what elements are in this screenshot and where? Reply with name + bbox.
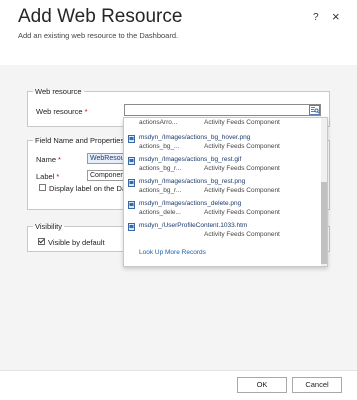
result-type: Activity Feeds Component — [204, 165, 280, 172]
web-resource-label: Web resource * — [36, 107, 87, 116]
lookup-result-item[interactable]: msdyn_/Images/actions_delete.png actions… — [128, 200, 318, 222]
result-title: msdyn_/Images/actions_bg_hover.png — [139, 134, 251, 141]
field-properties-legend: Field Name and Properties — [35, 136, 125, 145]
lookup-result-item[interactable]: msdyn_/Images/actions_bg_rest.gif action… — [128, 156, 318, 178]
result-title: msdyn_/Images/actions_bg_rest.gif — [139, 156, 242, 163]
lookup-result-item[interactable]: msdyn_/Images/actions_bg_hover.png actio… — [128, 134, 318, 156]
name-input[interactable]: WebResour — [87, 153, 127, 164]
look-up-more-records-link[interactable]: Look Up More Records — [139, 249, 206, 256]
dialog-title: Add Web Resource — [18, 6, 183, 27]
result-type: Activity Feeds Component — [204, 231, 280, 238]
dialog-subtitle: Add an existing web resource to the Dash… — [18, 31, 179, 40]
dropdown-scrollbar-thumb[interactable] — [321, 182, 327, 264]
display-label-checkbox[interactable] — [39, 184, 46, 191]
result-title: msdyn_/Images/actions_delete.png — [139, 200, 242, 207]
visible-by-default-label: Visible by default — [48, 238, 105, 247]
required-marker: * — [56, 172, 60, 181]
result-name: actions_bg_... — [139, 143, 180, 150]
help-button[interactable]: ? — [313, 12, 319, 23]
web-resource-label-text: Web resource — [36, 107, 83, 116]
close-button[interactable]: × — [332, 9, 340, 24]
web-resource-icon — [128, 135, 135, 143]
web-resource-icon — [128, 157, 135, 165]
name-label: Name * — [36, 155, 61, 164]
result-type: Activity Feeds Component — [204, 119, 280, 126]
required-marker: * — [58, 155, 61, 164]
result-type: Activity Feeds Component — [204, 187, 280, 194]
result-name: actions_bg_r... — [139, 187, 182, 194]
label-input[interactable]: Component — [87, 170, 127, 181]
result-name: actionsArro... — [139, 119, 178, 126]
name-label-text: Name — [36, 155, 57, 164]
result-name: actions_bg_r... — [139, 165, 182, 172]
lookup-dropdown: actionsArro... Activity Feeds Component … — [123, 117, 328, 267]
visibility-legend: Visibility — [35, 222, 62, 231]
web-resource-icon — [128, 223, 135, 231]
web-resource-lookup-input[interactable] — [124, 104, 321, 116]
web-resource-icon — [128, 179, 135, 187]
result-title: msdyn_/UserProfileContent.1033.htm — [139, 222, 248, 229]
ok-button[interactable]: OK — [237, 377, 287, 393]
label-label: Label * — [36, 172, 59, 181]
lookup-icon[interactable] — [309, 105, 320, 115]
lookup-result-item[interactable]: msdyn_/UserProfileContent.1033.htm Activ… — [128, 222, 318, 244]
required-marker: * — [84, 107, 88, 116]
display-label-text: Display label on the Dash — [49, 184, 135, 193]
visible-by-default-checkbox[interactable] — [38, 238, 45, 245]
cancel-button[interactable]: Cancel — [292, 377, 342, 393]
result-type: Activity Feeds Component — [204, 209, 280, 216]
label-label-text: Label — [36, 172, 55, 181]
result-type: Activity Feeds Component — [204, 143, 280, 150]
web-resource-legend: Web resource — [35, 87, 82, 96]
web-resource-icon — [128, 201, 135, 209]
result-title: msdyn_/Images/actions_bg_rest.png — [139, 178, 246, 185]
result-name: actions_dele... — [139, 209, 181, 216]
lookup-result-item[interactable]: msdyn_/Images/actions_bg_rest.png action… — [128, 178, 318, 200]
